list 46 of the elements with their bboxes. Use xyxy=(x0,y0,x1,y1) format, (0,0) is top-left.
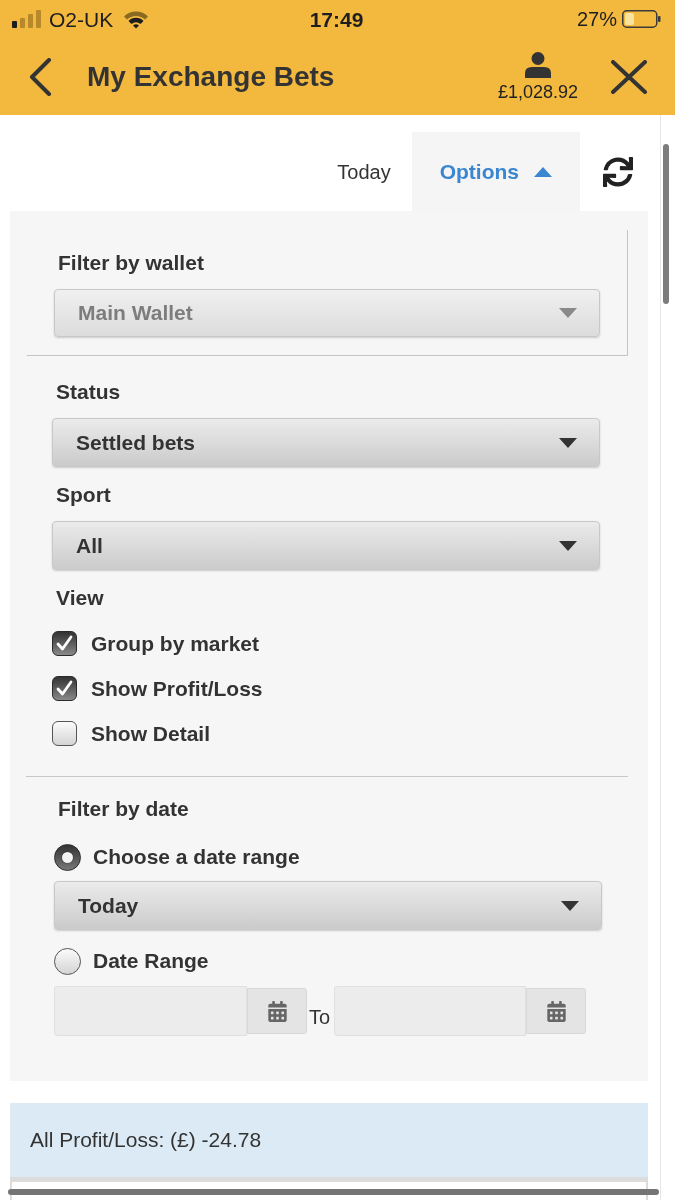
radio-button[interactable] xyxy=(54,947,81,975)
caret-down-icon xyxy=(559,437,577,448)
dropdown-select[interactable]: Today xyxy=(54,881,602,930)
calendar-icon xyxy=(266,1000,288,1022)
close-icon xyxy=(611,59,647,94)
caret-up-icon xyxy=(534,166,552,177)
field-label: Status xyxy=(56,380,121,404)
field-label: Filter by wallet xyxy=(58,251,204,275)
checkbox-label[interactable]: Group by market xyxy=(91,627,260,660)
field-label: Sport xyxy=(56,483,111,507)
chevron-left-icon xyxy=(29,57,52,96)
checkbox-label[interactable]: Show Detail xyxy=(91,717,211,750)
caret-down-icon xyxy=(561,900,579,911)
account-button[interactable]: £1,028.92 xyxy=(497,51,578,102)
radio-button[interactable] xyxy=(54,843,81,871)
horizontal-scrollbar[interactable] xyxy=(8,1189,659,1195)
filter-tab[interactable]: Today xyxy=(317,132,412,211)
wifi-icon xyxy=(123,9,150,29)
calendar-button[interactable] xyxy=(526,988,586,1034)
date-input-field[interactable] xyxy=(54,986,247,1036)
clock-time: 17:49 xyxy=(309,8,364,30)
page-title: My Exchange Bets xyxy=(87,59,335,94)
range-separator: To xyxy=(308,1005,332,1030)
calendar-icon xyxy=(545,1000,567,1022)
radio-label[interactable]: Date Range xyxy=(93,945,209,977)
refresh-icon xyxy=(603,156,633,187)
caret-down-icon xyxy=(559,540,577,551)
dropdown-select[interactable]: All xyxy=(52,521,600,570)
checkbox[interactable] xyxy=(52,721,77,746)
field-label: View xyxy=(56,586,104,610)
checkbox-label[interactable]: Show Profit/Loss xyxy=(91,672,263,705)
checkbox[interactable] xyxy=(52,631,77,656)
battery-icon xyxy=(622,10,661,28)
calendar-button[interactable] xyxy=(247,988,307,1034)
radio-label[interactable]: Choose a date range xyxy=(93,841,300,873)
signal-icon xyxy=(12,10,41,28)
carrier-name: O2-UK xyxy=(49,8,114,30)
profit-loss-summary: All Profit/Loss: (£) -24.78 xyxy=(10,1103,648,1177)
checkbox[interactable] xyxy=(52,676,77,701)
battery-percent: 27% xyxy=(576,9,617,29)
field-label: Filter by date xyxy=(58,797,189,821)
date-input-field[interactable] xyxy=(334,986,526,1036)
person-icon xyxy=(524,51,551,78)
caret-down-icon xyxy=(559,308,577,318)
vertical-scrollbar[interactable] xyxy=(663,144,669,304)
dropdown-select[interactable]: Settled bets xyxy=(52,418,600,467)
